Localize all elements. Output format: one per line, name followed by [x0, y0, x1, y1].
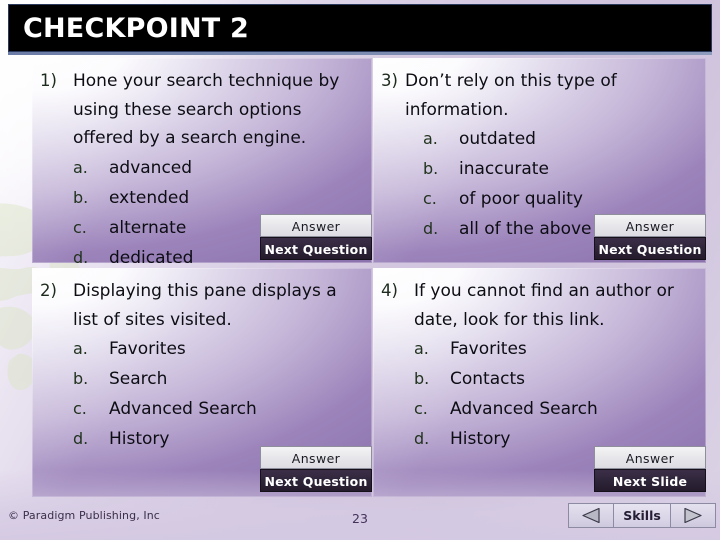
next-question-button-2[interactable]: Next Question	[260, 469, 372, 492]
question-stem-2: 2) Displaying this pane displays a list …	[40, 277, 364, 334]
choice-item[interactable]: b. inaccurate	[381, 154, 698, 184]
choice-text: Contacts	[450, 369, 525, 389]
choice-item[interactable]: c. Advanced Search	[40, 394, 364, 424]
choice-item[interactable]: a. advanced	[40, 153, 364, 183]
choice-letter: a.	[73, 339, 88, 358]
triangle-left-icon	[582, 508, 600, 523]
navigation-control-group: Skills	[568, 503, 716, 528]
choice-letter: c.	[73, 399, 87, 418]
next-question-button-3[interactable]: Next Question	[594, 237, 706, 260]
button-stack-2: Answer Next Question	[260, 446, 372, 492]
question-stem-1: 1) Hone your search technique by using t…	[40, 67, 364, 153]
question-number-3: 3)	[381, 71, 398, 90]
button-stack-3: Answer Next Question	[594, 214, 706, 260]
question-number-4: 4)	[381, 281, 398, 300]
answer-button-3[interactable]: Answer	[594, 214, 706, 237]
choice-letter: b.	[73, 187, 89, 207]
choice-text: Advanced Search	[450, 399, 598, 419]
previous-slide-button[interactable]	[569, 504, 614, 527]
choice-text: Advanced Search	[109, 399, 257, 419]
choice-letter: b.	[73, 369, 89, 388]
answer-button-2[interactable]: Answer	[260, 446, 372, 469]
choice-item[interactable]: b. Contacts	[381, 364, 698, 394]
choice-letter: b.	[423, 159, 439, 178]
slide-canvas: CHECKPOINT 2 1) Hone your search techniq…	[0, 0, 720, 540]
question-text-4: If you cannot find an author or date, lo…	[414, 281, 674, 330]
choice-item[interactable]: a. Favorites	[40, 334, 364, 364]
choice-text: inaccurate	[459, 159, 549, 179]
next-slide-button-4[interactable]: Next Slide	[594, 469, 706, 492]
choice-letter: c.	[423, 189, 437, 208]
question-panel-2: 2) Displaying this pane displays a list …	[32, 268, 372, 497]
choice-text: Favorites	[450, 339, 527, 359]
question-body-2: 2) Displaying this pane displays a list …	[32, 268, 372, 454]
choice-text: alternate	[109, 217, 187, 238]
question-stem-4: 4) If you cannot find an author or date,…	[381, 277, 698, 334]
choice-letter: b.	[414, 369, 430, 388]
choice-letter: d.	[423, 219, 439, 238]
button-stack-1: Answer Next Question	[260, 214, 372, 260]
choice-item[interactable]: b. Search	[40, 364, 364, 394]
choice-letter: c.	[73, 217, 87, 237]
choice-text: History	[109, 429, 170, 449]
choice-letter: c.	[414, 399, 428, 418]
choice-letter: d.	[73, 429, 89, 448]
title-underline-divider	[8, 52, 712, 55]
choice-letter: d.	[414, 429, 430, 448]
choice-text: outdated	[459, 129, 536, 149]
page-title: CHECKPOINT 2	[23, 13, 249, 44]
choice-text: Favorites	[109, 339, 186, 359]
question-text-3: Don’t rely on this type of information.	[405, 71, 617, 120]
next-question-button-1[interactable]: Next Question	[260, 237, 372, 260]
question-panel-1: 1) Hone your search technique by using t…	[32, 58, 372, 268]
skills-button[interactable]: Skills	[614, 504, 671, 527]
triangle-right-icon	[684, 508, 702, 523]
question-text-1: Hone your search technique by using thes…	[73, 71, 340, 148]
choice-item[interactable]: c. Advanced Search	[381, 394, 698, 424]
question-stem-3: 3) Don’t rely on this type of informatio…	[381, 67, 698, 124]
choice-item[interactable]: c. of poor quality	[381, 184, 698, 214]
next-slide-nav-button[interactable]	[671, 504, 715, 527]
button-stack-4: Answer Next Slide	[594, 446, 706, 492]
choice-item[interactable]: b. extended	[40, 183, 364, 213]
answer-button-4[interactable]: Answer	[594, 446, 706, 469]
choice-text: Search	[109, 369, 168, 389]
question-panel-4: 4) If you cannot find an author or date,…	[373, 268, 706, 497]
question-body-4: 4) If you cannot find an author or date,…	[373, 268, 706, 454]
choice-text: extended	[109, 187, 190, 208]
choice-letter: a.	[414, 339, 429, 358]
slide-title-bar: CHECKPOINT 2	[8, 4, 712, 52]
choice-text: History	[450, 429, 511, 449]
question-text-2: Displaying this pane displays a list of …	[73, 281, 337, 330]
question-number-2: 2)	[40, 281, 57, 300]
choice-item[interactable]: a. outdated	[381, 124, 698, 154]
choice-text: all of the above	[459, 219, 592, 239]
choice-letter: a.	[73, 157, 88, 177]
choice-item[interactable]: a. Favorites	[381, 334, 698, 364]
choice-list-4: a. Favorites b. Contacts c. Advanced Sea…	[381, 334, 698, 454]
question-panel-3: 3) Don’t rely on this type of informatio…	[373, 58, 706, 263]
question-number-1: 1)	[40, 71, 57, 90]
answer-button-1[interactable]: Answer	[260, 214, 372, 237]
choice-list-2: a. Favorites b. Search c. Advanced Searc…	[40, 334, 364, 454]
choice-text: of poor quality	[459, 189, 583, 209]
choice-letter: a.	[423, 129, 438, 148]
choice-text: advanced	[109, 157, 193, 178]
